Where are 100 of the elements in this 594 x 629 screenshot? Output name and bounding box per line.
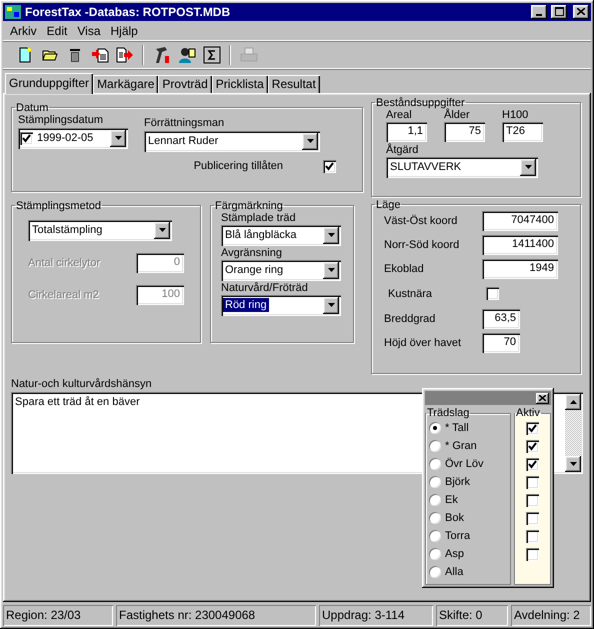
radio-label: Ek bbox=[445, 494, 458, 506]
trash-icon bbox=[68, 46, 80, 63]
dropdown[interactable]: Blå långbläcka bbox=[221, 224, 341, 246]
checkbox[interactable] bbox=[323, 160, 336, 173]
menu-item[interactable]: Visa bbox=[72, 24, 106, 38]
input-field[interactable]: 1411400 bbox=[482, 234, 558, 255]
down-arrow-icon bbox=[114, 136, 122, 140]
radio-button[interactable] bbox=[429, 530, 441, 542]
down-arrow-icon bbox=[524, 165, 532, 170]
group-title: Datum bbox=[15, 102, 50, 114]
check-icon bbox=[22, 134, 31, 143]
person-icon bbox=[178, 46, 196, 64]
checkbox-label: Publicering tillåten bbox=[194, 160, 283, 172]
scroll-down-button[interactable] bbox=[565, 456, 581, 472]
dropdown-button[interactable] bbox=[323, 262, 339, 279]
field-label: Väst-Öst koord bbox=[384, 214, 458, 227]
down-arrow-icon bbox=[158, 228, 166, 232]
tab[interactable]: Provträd bbox=[158, 74, 212, 93]
status-field: Region: 23/03 bbox=[3, 605, 113, 626]
radio-button[interactable] bbox=[429, 512, 441, 524]
radio-label: Övr Löv bbox=[445, 458, 484, 470]
checkbox[interactable] bbox=[526, 440, 539, 452]
dropdown-button[interactable] bbox=[323, 296, 339, 314]
dropdown[interactable]: Röd ring bbox=[221, 294, 341, 316]
radio-button[interactable] bbox=[429, 458, 441, 470]
group-title: Aktiv bbox=[515, 407, 541, 419]
checkbox[interactable] bbox=[486, 287, 499, 300]
dropdown[interactable]: SLUTAVVERK bbox=[386, 156, 538, 178]
window-title: ForestTax -Databas: ROTPOST.MDB bbox=[25, 4, 232, 19]
checkbox[interactable] bbox=[526, 458, 539, 470]
status-field: Fastighets nr: 230049068 bbox=[116, 605, 316, 626]
tab[interactable]: Pricklista bbox=[212, 74, 268, 93]
input-field[interactable]: 1,1 bbox=[386, 122, 427, 142]
group-title: Läge bbox=[375, 198, 402, 211]
checkbox[interactable] bbox=[526, 548, 539, 560]
input-field[interactable]: T26 bbox=[502, 122, 543, 142]
radio-label: Bok bbox=[445, 512, 464, 524]
scrollbar[interactable] bbox=[565, 394, 581, 472]
tab[interactable]: Resultat bbox=[268, 74, 320, 93]
menu-item[interactable]: Arkiv bbox=[5, 24, 42, 38]
dropdown[interactable]: Lennart Ruder bbox=[144, 130, 320, 152]
input-field[interactable]: 63,5 bbox=[482, 308, 520, 329]
down-arrow-icon bbox=[328, 268, 334, 272]
radio-button[interactable] bbox=[429, 548, 441, 560]
dropdown[interactable]: Totalstämpling bbox=[28, 220, 172, 241]
input-field[interactable]: 7047400 bbox=[482, 210, 558, 231]
printer-icon bbox=[240, 46, 258, 63]
field-label: Stämplade träd bbox=[221, 212, 297, 224]
tab[interactable]: Grunduppgifter bbox=[5, 72, 94, 94]
close-button[interactable] bbox=[573, 4, 589, 19]
field-label: Ålder bbox=[444, 108, 471, 121]
field-label: H100 bbox=[502, 108, 530, 121]
input-field[interactable]: 70 bbox=[482, 332, 520, 353]
dropdown-button[interactable] bbox=[520, 158, 536, 176]
import-document-icon bbox=[90, 46, 108, 63]
checkbox[interactable] bbox=[526, 494, 539, 506]
down-arrow-icon bbox=[570, 462, 576, 466]
dropdown-button[interactable] bbox=[302, 132, 318, 150]
dropdown-button[interactable] bbox=[323, 226, 339, 244]
check-icon bbox=[325, 162, 334, 171]
radio-button[interactable] bbox=[429, 476, 441, 488]
field-label: Avgränsning bbox=[221, 246, 283, 259]
close-button[interactable] bbox=[536, 392, 549, 404]
radio-button[interactable] bbox=[429, 566, 441, 578]
tab[interactable]: Markägare bbox=[93, 74, 158, 93]
close-icon bbox=[577, 8, 585, 16]
minimize-button[interactable] bbox=[531, 4, 547, 19]
minimize-icon bbox=[536, 14, 542, 16]
radio-button[interactable] bbox=[429, 422, 441, 434]
group-title: Stämplingsmetod bbox=[15, 200, 102, 212]
menu-item[interactable]: Edit bbox=[42, 24, 72, 38]
date-picker[interactable]: 1999-02-05 bbox=[18, 128, 128, 149]
checkbox[interactable] bbox=[526, 476, 539, 488]
sum-icon bbox=[202, 46, 220, 64]
checkbox[interactable] bbox=[20, 132, 33, 145]
down-arrow-icon bbox=[328, 233, 334, 238]
down-arrow-icon bbox=[328, 303, 334, 308]
field-label: Förrättningsman bbox=[144, 116, 226, 129]
input-field[interactable]: 75 bbox=[444, 122, 485, 142]
group-title: Trädslag bbox=[426, 407, 470, 419]
dropdown[interactable]: Orange ring bbox=[221, 260, 341, 281]
radio-button[interactable] bbox=[429, 494, 441, 506]
maximize-button[interactable] bbox=[551, 4, 567, 19]
scroll-up-button[interactable] bbox=[565, 394, 581, 410]
export-document-icon bbox=[116, 46, 134, 63]
input-field[interactable]: 1949 bbox=[482, 258, 558, 279]
checkbox[interactable] bbox=[526, 530, 539, 542]
dropdown-button[interactable] bbox=[154, 222, 170, 239]
radio-label: Asp bbox=[445, 548, 464, 560]
checkbox[interactable] bbox=[526, 422, 539, 434]
group-title: Färgmärkning bbox=[214, 200, 284, 212]
menu-item[interactable]: Hjälp bbox=[106, 24, 143, 38]
radio-button[interactable] bbox=[429, 440, 441, 452]
dropdown-button[interactable] bbox=[110, 130, 126, 147]
field-label: Naturvård/Fröträd bbox=[221, 282, 309, 294]
radio-label: * Gran bbox=[445, 440, 477, 452]
checkbox[interactable] bbox=[526, 512, 539, 524]
radio-label: Björk bbox=[445, 476, 470, 488]
maximize-icon bbox=[554, 7, 564, 16]
notes-label: Natur-och kulturvårdshänsyn bbox=[11, 378, 153, 390]
